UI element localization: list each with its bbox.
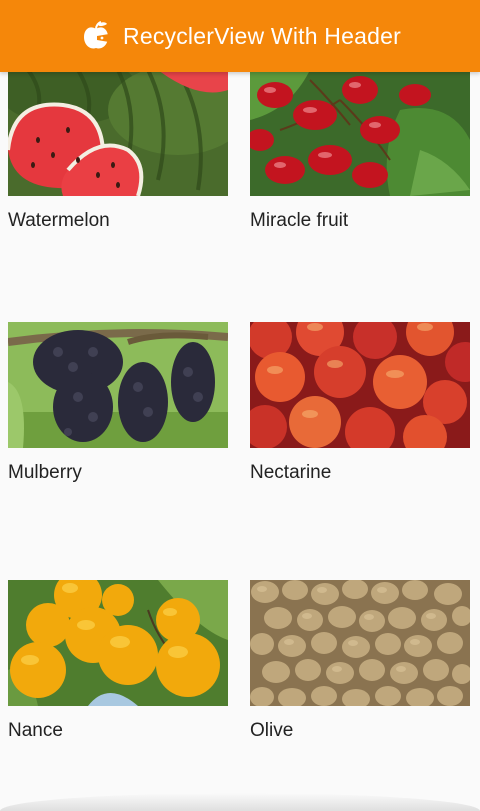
toolbar-content: RecyclerView With Header [79,19,401,53]
fruit-card-mulberry[interactable]: Mulberry [8,322,228,484]
fruit-image-mulberry [8,322,228,448]
fruit-name: Nance [8,720,63,741]
fruit-image-olive [250,580,470,706]
fruit-card-watermelon[interactable]: Watermelon [8,72,228,232]
page-title: RecyclerView With Header [123,22,401,49]
fruit-card-miracle-fruit[interactable]: Miracle fruit [250,72,470,232]
fruit-card-nectarine[interactable]: Nectarine [250,322,470,484]
toolbar: RecyclerView With Header [0,0,480,72]
fruit-grid[interactable]: Watermelon Miracle fruit Mulberry Nectar… [0,72,480,811]
fruit-image-nance [8,580,228,706]
fruit-image-watermelon [8,72,228,196]
fruit-name: Watermelon [8,210,110,231]
app-screen: RecyclerView With Header Watermelon Mira… [0,0,480,811]
fruit-image-miracle-fruit [250,72,470,196]
fruit-name: Olive [250,720,294,741]
fruit-name: Miracle fruit [250,210,349,231]
fruit-card-nance[interactable]: Nance [8,580,228,742]
fruit-logo-icon [79,19,113,53]
fruit-name: Nectarine [250,462,332,483]
fruit-card-olive[interactable]: Olive [250,580,470,742]
fruit-name: Mulberry [8,462,82,483]
fruit-image-nectarine [250,322,470,448]
